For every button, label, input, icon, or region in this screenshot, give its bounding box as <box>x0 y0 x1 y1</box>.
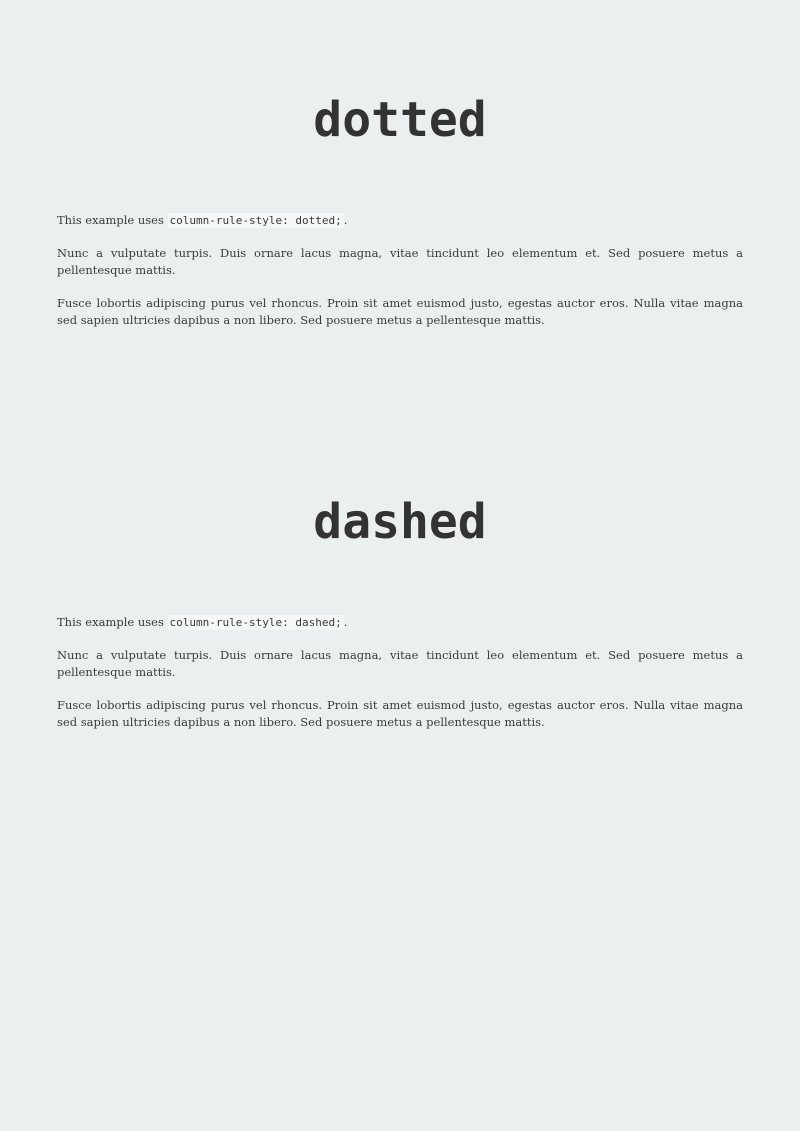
section-title: dashed <box>313 494 487 550</box>
intro-text: This example uses column-rule-style: dot… <box>57 212 743 229</box>
section-dotted: dotted This example uses column-rule-sty… <box>57 88 743 329</box>
body-paragraph: Nunc a vulputate turpis. Duis ornare lac… <box>57 246 743 277</box>
body-paragraph: Fusce lobortis adipiscing purus vel rhon… <box>57 698 743 729</box>
body-paragraph: Nunc a vulputate turpis. Duis ornare lac… <box>57 648 743 679</box>
intro-prefix: This example uses <box>57 213 168 227</box>
section-dashed: dashed This example uses column-rule-sty… <box>57 490 743 731</box>
section-title: dotted <box>313 92 487 148</box>
intro-suffix: . <box>343 615 348 629</box>
code-snippet: column-rule-style: dashed; <box>167 615 344 630</box>
intro-prefix: This example uses <box>57 615 168 629</box>
intro-suffix: . <box>343 213 348 227</box>
code-snippet: column-rule-style: dotted; <box>167 213 344 228</box>
intro-text: This example uses column-rule-style: das… <box>57 614 743 631</box>
body-paragraph: Fusce lobortis adipiscing purus vel rhon… <box>57 296 743 327</box>
